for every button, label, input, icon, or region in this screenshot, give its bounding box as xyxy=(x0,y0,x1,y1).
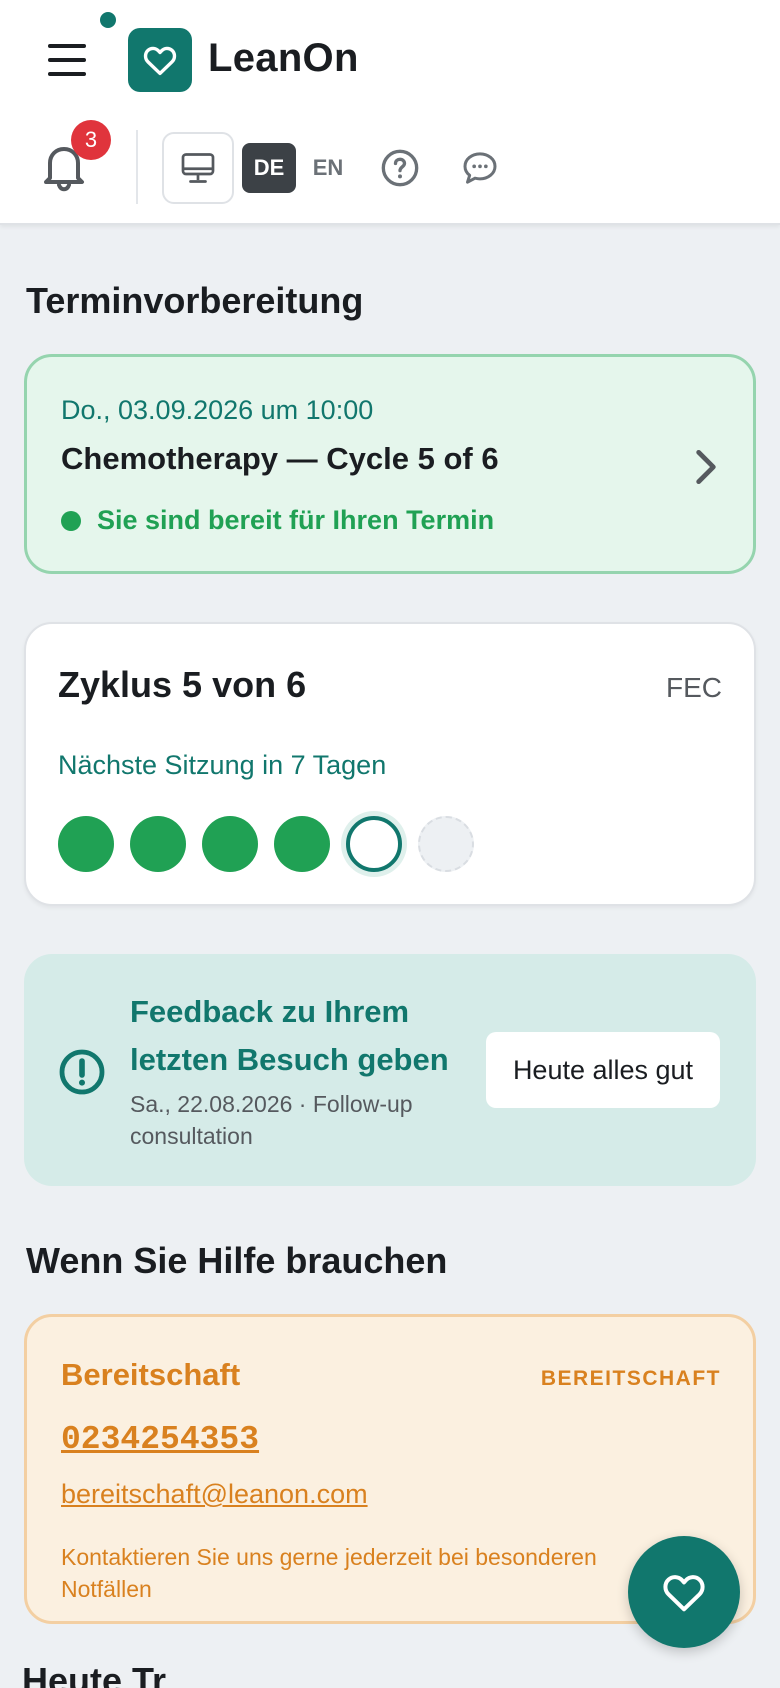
heart-icon xyxy=(143,46,177,76)
cycle-dot-future xyxy=(418,816,474,872)
feedback-title: Feedback zu Ihrem letzten Besuch geben xyxy=(130,994,449,1077)
next-session-text: Nächste Sitzung in 7 Tagen xyxy=(58,750,387,780)
appointment-card[interactable]: Do., 03.09.2026 um 10:00 Chemotherapy — … xyxy=(24,354,756,574)
brand-name: LeanOn xyxy=(208,36,359,80)
app-header: LeanOn 3 DE EN xyxy=(0,0,780,225)
device-view-button[interactable] xyxy=(162,132,234,204)
appointment-title: Chemotherapy — Cycle 5 of 6 xyxy=(61,441,499,476)
section-title-help: Wenn Sie Hilfe brauchen xyxy=(26,1240,448,1281)
section-title-appointment-prep: Terminvorbereitung xyxy=(26,280,364,321)
contact-note: Kontaktieren Sie uns gerne jederzeit bei… xyxy=(61,1544,597,1602)
exclamation-circle-icon xyxy=(59,1049,105,1095)
language-de-button[interactable]: DE xyxy=(242,143,296,193)
app-logo[interactable] xyxy=(128,28,192,92)
language-en-button[interactable]: EN xyxy=(304,143,352,193)
cycle-regimen: FEC xyxy=(666,672,722,703)
cycle-dot-done xyxy=(58,816,114,872)
contact-phone-link[interactable]: 0234254353 xyxy=(61,1421,259,1458)
feedback-card: Feedback zu Ihrem letzten Besuch geben S… xyxy=(24,954,756,1186)
support-fab-button[interactable] xyxy=(628,1536,740,1648)
monitor-icon xyxy=(181,153,215,183)
contact-name: Bereitschaft xyxy=(61,1357,241,1392)
cycle-title: Zyklus 5 von 6 xyxy=(58,664,307,705)
contact-tag: BEREITSCHAFT xyxy=(540,1367,721,1390)
online-indicator xyxy=(100,12,116,28)
cycle-dot-done xyxy=(274,816,330,872)
all-good-button[interactable]: Heute alles gut xyxy=(486,1032,720,1108)
appointment-date: Do., 03.09.2026 um 10:00 xyxy=(61,395,374,425)
feedback-subtitle: Sa., 22.08.2026 · Follow-up consultation xyxy=(130,1091,413,1149)
cycle-progress-dots xyxy=(58,816,490,872)
appointment-status: Sie sind bereit für Ihren Termin xyxy=(61,505,494,536)
heart-icon xyxy=(663,1575,705,1612)
hamburger-menu-icon[interactable] xyxy=(44,38,92,82)
chevron-right-icon xyxy=(696,449,716,485)
cycle-dot-done xyxy=(130,816,186,872)
cycle-dot-done xyxy=(202,816,258,872)
contact-email-link[interactable]: bereitschaft@leanon.com xyxy=(61,1479,368,1510)
question-circle-icon[interactable] xyxy=(380,148,420,188)
cycle-dot-current xyxy=(346,816,402,872)
divider xyxy=(136,130,138,204)
status-dot-icon xyxy=(61,510,81,531)
cycle-card: Zyklus 5 von 6 FEC Nächste Sitzung in 7 … xyxy=(24,622,756,906)
section-title-partial: Heute Tr xyxy=(22,1660,167,1688)
chat-bubble-icon[interactable] xyxy=(460,148,500,188)
notification-badge: 3 xyxy=(71,120,111,160)
status-text: Sie sind bereit für Ihren Termin xyxy=(97,505,495,535)
